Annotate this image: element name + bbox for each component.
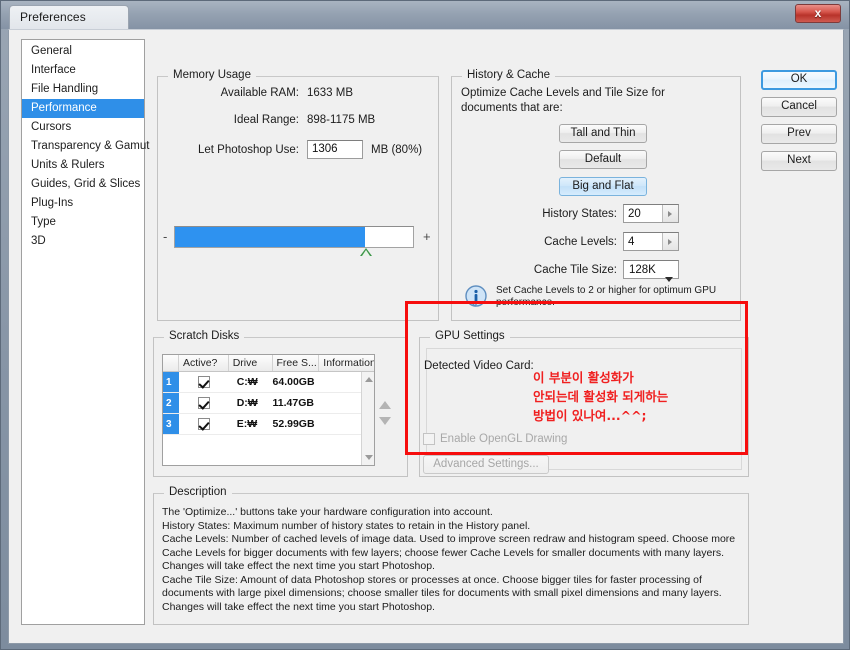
close-icon[interactable]: x xyxy=(795,4,841,23)
cache-levels-stepper[interactable]: 4 xyxy=(623,232,679,251)
column-header-active: Active? xyxy=(179,355,229,371)
column-header-information: Information xyxy=(323,357,375,369)
table-row[interactable]: 2 D:₩ 11.47GB xyxy=(163,393,374,414)
drive-value: C:₩ xyxy=(236,376,258,388)
optimize-description: Optimize Cache Levels and Tile Size for … xyxy=(461,87,665,114)
history-cache-legend: History & Cache xyxy=(462,69,556,81)
cache-tile-size-label: Cache Tile Size: xyxy=(533,264,617,276)
active-checkbox[interactable] xyxy=(179,372,229,392)
cancel-button[interactable]: Cancel xyxy=(761,97,837,117)
checkmark-icon xyxy=(197,397,210,409)
cache-tile-size-value: 128K xyxy=(629,263,656,276)
free-space-value: 11.47GB xyxy=(272,397,314,409)
checkmark-icon xyxy=(197,376,210,388)
sidebar-item-guides-grid-slices[interactable]: Guides, Grid & Slices xyxy=(22,175,144,194)
row-index: 1 xyxy=(163,372,179,392)
sidebar-item-performance[interactable]: Performance xyxy=(22,99,144,118)
scroll-up-icon[interactable] xyxy=(365,377,373,382)
drive-value: E:₩ xyxy=(236,418,258,430)
history-states-value[interactable]: 20 xyxy=(624,205,662,222)
enable-opengl-checkbox[interactable]: Enable OpenGL Drawing xyxy=(423,433,567,445)
sidebar-item-file-handling[interactable]: File Handling xyxy=(22,80,144,99)
memory-slider[interactable] xyxy=(174,226,414,248)
default-button[interactable]: Default xyxy=(559,150,647,169)
free-space-value: 52.99GB xyxy=(272,418,315,430)
sidebar-item-units-rulers[interactable]: Units & Rulers xyxy=(22,156,144,175)
annotation-text: 이 부분이 활성화가 안되는데 활성화 되게하는 방법이 있나여...^^; xyxy=(533,370,669,423)
cache-levels-stepper-arrow-icon[interactable] xyxy=(662,233,678,250)
sidebar-item-transparency-gamut[interactable]: Transparency & Gamut xyxy=(22,137,149,156)
active-checkbox[interactable] xyxy=(179,414,229,434)
sidebar-item-interface[interactable]: Interface xyxy=(22,61,144,80)
slider-increase-icon[interactable]: + xyxy=(423,229,431,244)
available-ram-value: 1633 MB xyxy=(307,87,354,99)
scratch-disks-legend: Scratch Disks xyxy=(164,330,245,342)
scratch-disks-table[interactable]: Active? Drive Free S... Information 1 C:… xyxy=(162,354,375,466)
memory-slider-marker-icon[interactable] xyxy=(360,248,372,256)
table-row[interactable]: 3 E:₩ 52.99GB xyxy=(163,414,374,435)
memory-amount-input[interactable]: 1306 xyxy=(307,140,363,159)
free-space-value: 64.00GB xyxy=(272,376,315,388)
history-states-label: History States: xyxy=(542,208,617,220)
row-index: 2 xyxy=(163,393,179,413)
ideal-range-value: 898-1175 MB xyxy=(307,114,376,126)
dialog-actions: OK Cancel Prev Next xyxy=(761,70,837,178)
column-header-drive: Drive xyxy=(229,355,273,371)
cache-tile-size-select[interactable]: 128K xyxy=(623,260,679,282)
available-ram-label: Available RAM: xyxy=(220,87,299,99)
sidebar-item-cursors[interactable]: Cursors xyxy=(22,118,144,137)
prev-button[interactable]: Prev xyxy=(761,124,837,144)
checkbox-icon xyxy=(423,433,435,445)
sidebar-item-plug-ins[interactable]: Plug-Ins xyxy=(22,194,144,213)
description-text: The 'Optimize...' buttons take your hard… xyxy=(162,506,736,613)
window-title: Preferences xyxy=(9,5,129,29)
tall-and-thin-button[interactable]: Tall and Thin xyxy=(559,124,647,143)
advanced-settings-button[interactable]: Advanced Settings... xyxy=(423,455,549,474)
table-row[interactable]: 1 C:₩ 64.00GB xyxy=(163,372,374,393)
ideal-range-label: Ideal Range: xyxy=(233,114,299,126)
memory-percent-label: MB (80%) xyxy=(371,144,423,156)
dialog-body: General Interface File Handling Performa… xyxy=(8,29,844,644)
ok-button[interactable]: OK xyxy=(761,70,837,90)
next-button[interactable]: Next xyxy=(761,151,837,171)
memory-usage-legend: Memory Usage xyxy=(168,69,256,81)
slider-decrease-icon[interactable]: - xyxy=(163,229,167,244)
preferences-window: Preferences x General Interface File Han… xyxy=(0,0,850,650)
memory-slider-fill xyxy=(175,227,366,247)
sidebar-item-type[interactable]: Type xyxy=(22,213,144,232)
sidebar-item-3d[interactable]: 3D xyxy=(22,232,144,251)
drive-value: D:₩ xyxy=(236,397,258,409)
gpu-info-text: Set Cache Levels to 2 or higher for opti… xyxy=(496,285,717,308)
memory-usage-group: Memory Usage xyxy=(157,69,439,321)
table-scrollbar[interactable] xyxy=(361,372,374,465)
move-up-icon[interactable] xyxy=(379,401,391,409)
table-header-row: Active? Drive Free S... Information xyxy=(163,355,374,372)
column-header-free: Free S... xyxy=(273,355,320,371)
row-index: 3 xyxy=(163,414,179,434)
cache-levels-value[interactable]: 4 xyxy=(624,233,662,250)
info-icon xyxy=(465,285,487,307)
let-photoshop-use-label: Let Photoshop Use: xyxy=(197,144,299,156)
cache-levels-label: Cache Levels: xyxy=(544,236,617,248)
detected-video-card-label: Detected Video Card: xyxy=(424,360,534,372)
move-down-icon[interactable] xyxy=(379,417,391,425)
preferences-category-list[interactable]: General Interface File Handling Performa… xyxy=(21,39,149,625)
scroll-down-icon[interactable] xyxy=(365,455,373,460)
title-bar: Preferences x xyxy=(1,1,849,29)
active-checkbox[interactable] xyxy=(179,393,229,413)
description-group: Description The 'Optimize...' buttons ta… xyxy=(153,486,749,625)
checkmark-icon xyxy=(197,418,210,430)
scratch-disks-group: Scratch Disks Active? Drive Free S... In… xyxy=(153,330,408,477)
sidebar-item-general[interactable]: General xyxy=(22,42,144,61)
big-and-flat-button[interactable]: Big and Flat xyxy=(559,177,647,196)
enable-opengl-label: Enable OpenGL Drawing xyxy=(440,433,568,445)
history-states-stepper-arrow-icon[interactable] xyxy=(662,205,678,222)
history-states-stepper[interactable]: 20 xyxy=(623,204,679,223)
column-header-index xyxy=(163,355,179,371)
gpu-settings-legend: GPU Settings xyxy=(430,330,510,342)
description-legend: Description xyxy=(164,486,232,498)
